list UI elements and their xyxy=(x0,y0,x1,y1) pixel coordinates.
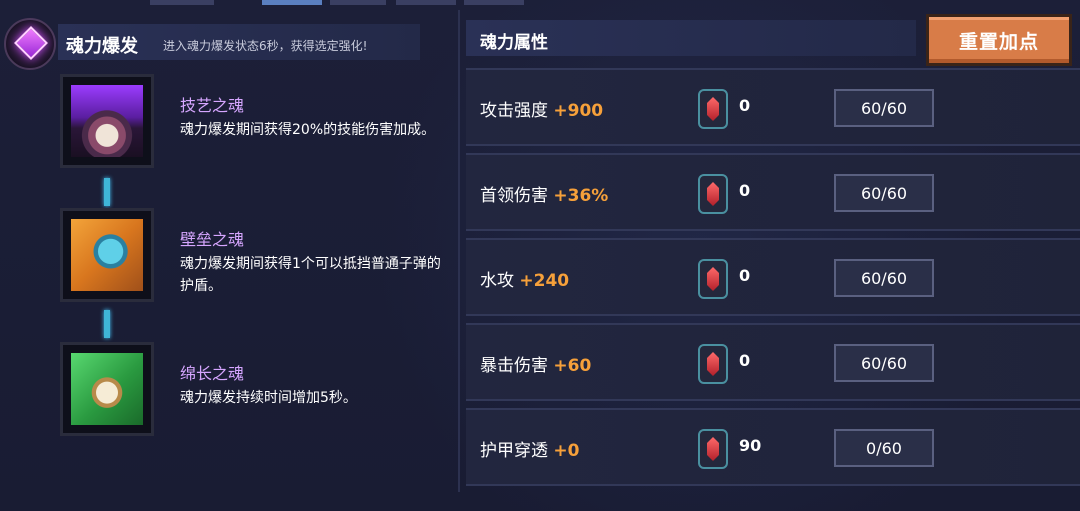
attribute-bonus: +0 xyxy=(553,441,580,461)
soul-gem-icon xyxy=(698,259,728,299)
soul-gem-icon xyxy=(698,429,728,469)
attribute-label: 护甲穿透 +0 xyxy=(480,441,580,461)
attribute-row[interactable]: 攻击强度 +900 0 60/60 xyxy=(466,68,1080,146)
top-tab-active[interactable] xyxy=(262,0,322,5)
soul-burst-emblem-icon xyxy=(4,18,56,70)
soul-gem-icon xyxy=(698,344,728,384)
gem-count: 0 xyxy=(739,181,751,200)
top-tab[interactable] xyxy=(464,0,524,5)
stopwatch-icon[interactable] xyxy=(60,342,154,436)
soul-name: 技艺之魂 xyxy=(180,96,245,115)
soul-description: 魂力爆发期间获得20%的技能伤害加成。 xyxy=(180,122,436,138)
attribute-bonus: +240 xyxy=(519,271,570,291)
attribute-bonus: +36% xyxy=(553,186,609,206)
attribute-bonus: +60 xyxy=(553,356,592,376)
attribute-bonus: +900 xyxy=(553,101,604,121)
soul-burst-panel: 魂力爆发 进入魂力爆发状态6秒，获得选定强化! 技艺之魂 魂力爆发期间获得20%… xyxy=(0,8,456,494)
soul-burst-header: 魂力爆发 进入魂力爆发状态6秒，获得选定强化! xyxy=(0,18,450,70)
soul-option-skill[interactable]: 技艺之魂 魂力爆发期间获得20%的技能伤害加成。 xyxy=(60,74,450,174)
attribute-level[interactable]: 0/60 xyxy=(834,429,934,467)
shield-sword-icon[interactable] xyxy=(60,208,154,302)
gem-count: 0 xyxy=(739,266,751,285)
soul-attributes-panel: 魂力属性 重置加点 攻击强度 +900 0 60/60 首领伤害 +36% 0 … xyxy=(466,10,1080,496)
gem-count: 0 xyxy=(739,351,751,370)
gem-count: 0 xyxy=(739,96,751,115)
top-tab[interactable] xyxy=(150,0,214,5)
soul-option-bulwark[interactable]: 壁垒之魂 魂力爆发期间获得1个可以抵挡普通子弹的护盾。 xyxy=(60,208,450,308)
attribute-label: 攻击强度 +900 xyxy=(480,101,604,121)
attribute-level[interactable]: 60/60 xyxy=(834,174,934,212)
attribute-label: 首领伤害 +36% xyxy=(480,186,609,206)
attributes-title: 魂力属性 xyxy=(480,33,548,53)
attribute-label: 水攻 +240 xyxy=(480,271,570,291)
soul-description: 魂力爆发持续时间增加5秒。 xyxy=(180,390,357,406)
gem-count: 90 xyxy=(739,436,762,455)
reset-points-button[interactable]: 重置加点 xyxy=(926,14,1072,66)
soul-name: 绵长之魂 xyxy=(180,364,245,383)
attribute-row[interactable]: 护甲穿透 +0 90 0/60 xyxy=(466,408,1080,486)
panel-divider xyxy=(458,10,460,492)
soul-connector xyxy=(104,178,110,206)
soul-name: 壁垒之魂 xyxy=(180,230,245,249)
soul-burst-title: 魂力爆发 xyxy=(66,36,138,57)
attribute-row[interactable]: 首领伤害 +36% 0 60/60 xyxy=(466,153,1080,231)
soul-connector xyxy=(104,310,110,338)
top-tab[interactable] xyxy=(396,0,456,5)
attribute-row[interactable]: 水攻 +240 0 60/60 xyxy=(466,238,1080,316)
attribute-level[interactable]: 60/60 xyxy=(834,259,934,297)
soul-gem-icon xyxy=(698,89,728,129)
purple-flame-orb-icon[interactable] xyxy=(60,74,154,168)
top-tab[interactable] xyxy=(330,0,386,5)
attribute-level[interactable]: 60/60 xyxy=(834,89,934,127)
top-tab-strip xyxy=(0,0,1080,6)
attribute-level[interactable]: 60/60 xyxy=(834,344,934,382)
soul-burst-description: 进入魂力爆发状态6秒，获得选定强化! xyxy=(163,39,368,53)
attribute-row[interactable]: 暴击伤害 +60 0 60/60 xyxy=(466,323,1080,401)
soul-description: 魂力爆发期间获得1个可以抵挡普通子弹的护盾。 xyxy=(180,256,441,294)
soul-option-endurance[interactable]: 绵长之魂 魂力爆发持续时间增加5秒。 xyxy=(60,342,450,442)
soul-gem-icon xyxy=(698,174,728,214)
attribute-label: 暴击伤害 +60 xyxy=(480,356,592,376)
